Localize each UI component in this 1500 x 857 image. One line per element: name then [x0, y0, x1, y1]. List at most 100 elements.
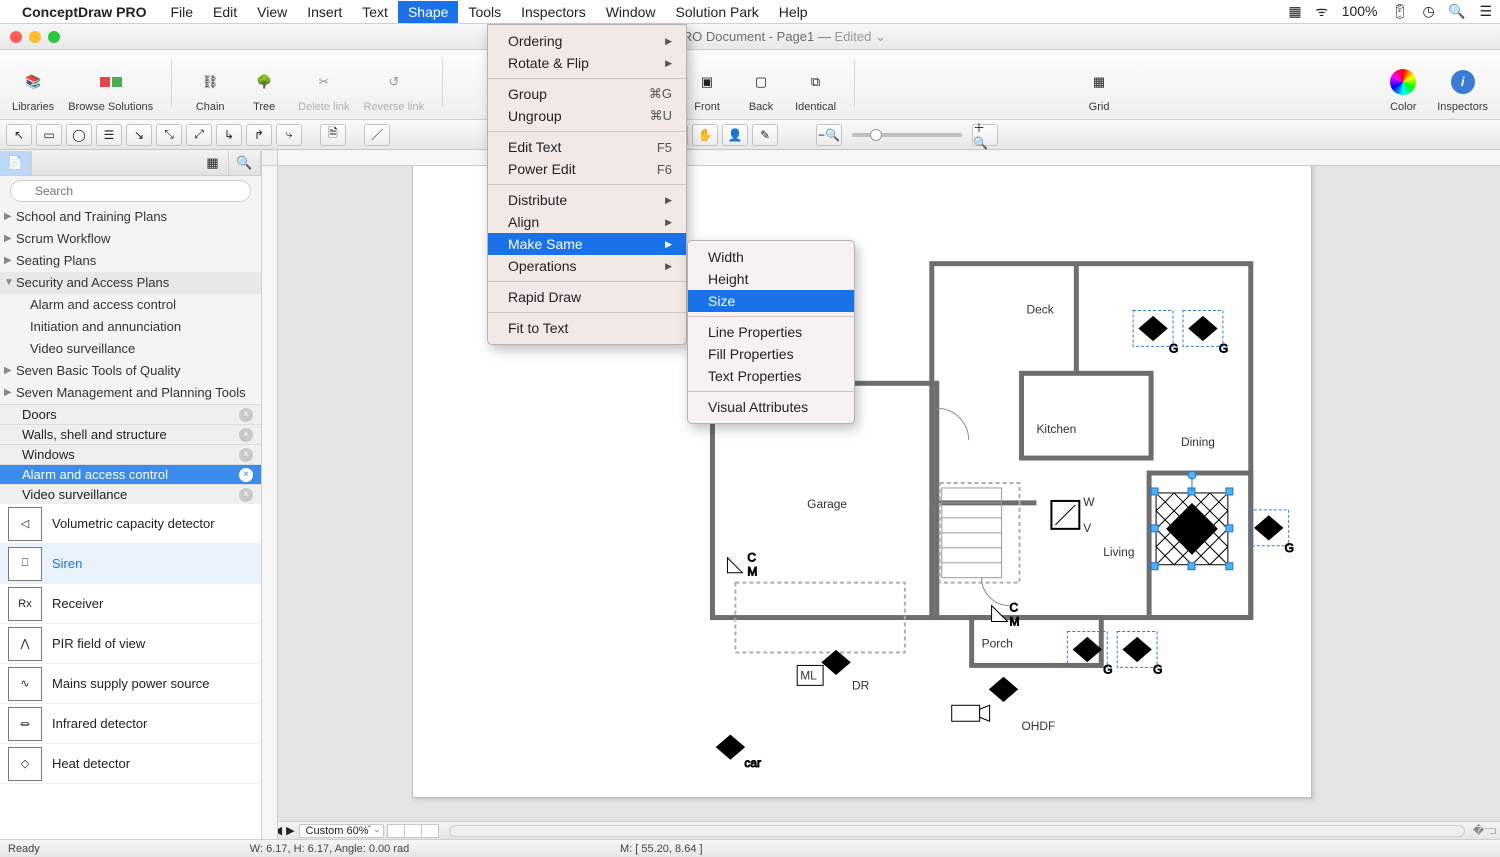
- page-tabs[interactable]: [388, 824, 439, 838]
- library-search-input[interactable]: [10, 180, 251, 202]
- color-button[interactable]: Color: [1379, 63, 1427, 115]
- menu-view[interactable]: View: [247, 1, 297, 23]
- library-row[interactable]: Doors×: [0, 404, 261, 424]
- ruler-vertical[interactable]: [262, 166, 278, 839]
- tree-item[interactable]: ▼Security and Access Plans: [0, 272, 261, 294]
- menu-item-group[interactable]: Group⌘G: [488, 83, 686, 105]
- minimize-window-button[interactable]: [29, 31, 41, 43]
- pager-next[interactable]: ▶: [286, 824, 294, 837]
- lp-tab-outline[interactable]: 📄: [0, 151, 32, 175]
- tree-item[interactable]: ▶Seven Basic Tools of Quality: [0, 360, 261, 382]
- browse-solutions-button[interactable]: Browse Solutions: [64, 63, 157, 115]
- submenu-item-fill-properties[interactable]: Fill Properties: [688, 343, 854, 365]
- doc-tool[interactable]: 🗎: [320, 124, 346, 146]
- rect-tool[interactable]: ▭: [36, 124, 62, 146]
- ruler-horizontal[interactable]: [278, 150, 1500, 166]
- battery-icon[interactable]: 🔋︎: [1391, 3, 1409, 19]
- menu-item-distribute[interactable]: Distribute: [488, 189, 686, 211]
- conn6-tool[interactable]: ⤷: [276, 124, 302, 146]
- shape-item[interactable]: ◇Heat detector: [0, 744, 261, 784]
- menu-inspectors[interactable]: Inspectors: [511, 1, 596, 23]
- menu-window[interactable]: Window: [596, 1, 666, 23]
- zoom-in-button[interactable]: ＋🔍: [972, 124, 998, 146]
- submenu-item-size[interactable]: Size: [688, 290, 854, 312]
- menu-item-edit-text[interactable]: Edit TextF5: [488, 136, 686, 158]
- chain-button[interactable]: ⛓Chain: [186, 63, 234, 115]
- menu-item-ordering[interactable]: Ordering: [488, 30, 686, 52]
- library-row[interactable]: Alarm and access control×: [0, 464, 261, 484]
- menu-item-ungroup[interactable]: Ungroup⌘U: [488, 105, 686, 127]
- text-tool[interactable]: ☰: [96, 124, 122, 146]
- submenu-item-text-properties[interactable]: Text Properties: [688, 365, 854, 387]
- submenu-item-height[interactable]: Height: [688, 268, 854, 290]
- shape-item[interactable]: ⏛Infrared detector: [0, 704, 261, 744]
- line-tool[interactable]: ／: [364, 124, 390, 146]
- menu-extras-icon[interactable]: ☰: [1479, 3, 1492, 19]
- library-row[interactable]: Walls, shell and structure×: [0, 424, 261, 444]
- menu-item-operations[interactable]: Operations: [488, 255, 686, 277]
- inspectors-button[interactable]: iInspectors: [1433, 63, 1492, 115]
- conn3-tool[interactable]: ⤢: [186, 124, 212, 146]
- library-row[interactable]: Video surveillance×: [0, 484, 261, 504]
- libraries-button[interactable]: 📚Libraries: [8, 63, 58, 115]
- conn4-tool[interactable]: ↳: [216, 124, 242, 146]
- close-library-icon[interactable]: ×: [239, 468, 253, 482]
- menu-item-rotate-flip[interactable]: Rotate & Flip: [488, 52, 686, 74]
- menu-text[interactable]: Text: [352, 1, 398, 23]
- zoom-window-button[interactable]: [48, 31, 60, 43]
- delete-link-button[interactable]: ✂Delete link: [294, 63, 353, 115]
- tree-item[interactable]: Video surveillance: [0, 338, 261, 360]
- shape-item[interactable]: ⋀PIR field of view: [0, 624, 261, 664]
- menu-item-power-edit[interactable]: Power EditF6: [488, 158, 686, 180]
- menu-edit[interactable]: Edit: [203, 1, 247, 23]
- conn1-tool[interactable]: ↘: [126, 124, 152, 146]
- menu-insert[interactable]: Insert: [297, 1, 352, 23]
- menu-item-fit-to-text[interactable]: Fit to Text: [488, 317, 686, 339]
- person-tool[interactable]: 👤: [722, 124, 748, 146]
- zoom-out-button[interactable]: −🔍: [816, 124, 842, 146]
- wifi-icon[interactable]: ᯤ: [1315, 3, 1328, 19]
- close-library-icon[interactable]: ×: [239, 428, 253, 442]
- eyedropper-tool[interactable]: ✎: [752, 124, 778, 146]
- menu-shape[interactable]: Shape: [398, 1, 458, 23]
- menu-tools[interactable]: Tools: [458, 1, 511, 23]
- pointer-tool[interactable]: ↖: [6, 124, 32, 146]
- lp-tab-search[interactable]: 🔍: [229, 151, 261, 175]
- conn2-tool[interactable]: ⤡: [156, 124, 182, 146]
- tree-item[interactable]: Initiation and annunciation: [0, 316, 261, 338]
- tree-item[interactable]: ▶Scrum Workflow: [0, 228, 261, 250]
- identical-button[interactable]: ⧉Identical: [791, 63, 840, 115]
- back-button[interactable]: ▢Back: [737, 63, 785, 115]
- menu-item-make-same[interactable]: Make Same: [488, 233, 686, 255]
- menu-help[interactable]: Help: [769, 1, 818, 23]
- zoom-combo[interactable]: Custom 60%: [299, 824, 384, 838]
- menu-item-align[interactable]: Align: [488, 211, 686, 233]
- clock-icon[interactable]: ◷: [1423, 3, 1435, 19]
- menu-file[interactable]: File: [160, 1, 203, 23]
- close-window-button[interactable]: [10, 31, 22, 43]
- menu-solution-park[interactable]: Solution Park: [666, 1, 769, 23]
- tree-item[interactable]: ▶Seating Plans: [0, 250, 261, 272]
- hand-tool[interactable]: ✋: [692, 124, 718, 146]
- close-library-icon[interactable]: ×: [239, 408, 253, 422]
- app-name[interactable]: ConceptDraw PRO: [22, 4, 146, 20]
- shape-item[interactable]: ◁Volumetric capacity detector: [0, 504, 261, 544]
- submenu-item-width[interactable]: Width: [688, 246, 854, 268]
- spotlight-icon[interactable]: 🔍: [1448, 3, 1465, 19]
- lp-tab-grid[interactable]: ▦: [197, 151, 229, 175]
- zoom-slider[interactable]: [852, 133, 962, 137]
- close-library-icon[interactable]: ×: [239, 488, 253, 502]
- close-library-icon[interactable]: ×: [239, 448, 253, 462]
- tree-button[interactable]: 🌳Tree: [240, 63, 288, 115]
- conn5-tool[interactable]: ↱: [246, 124, 272, 146]
- h-scrollbar[interactable]: [449, 825, 1466, 837]
- menu-item-rapid-draw[interactable]: Rapid Draw: [488, 286, 686, 308]
- resize-grip-icon[interactable]: �⫎: [1473, 824, 1496, 838]
- tree-item[interactable]: ▶Seven Management and Planning Tools: [0, 382, 261, 404]
- ellipse-tool[interactable]: ◯: [66, 124, 92, 146]
- shape-item[interactable]: ⎕Siren: [0, 544, 261, 584]
- shape-item[interactable]: RxReceiver: [0, 584, 261, 624]
- library-row[interactable]: Windows×: [0, 444, 261, 464]
- reverse-link-button[interactable]: ↺Reverse link: [360, 63, 429, 115]
- front-button[interactable]: ▣Front: [683, 63, 731, 115]
